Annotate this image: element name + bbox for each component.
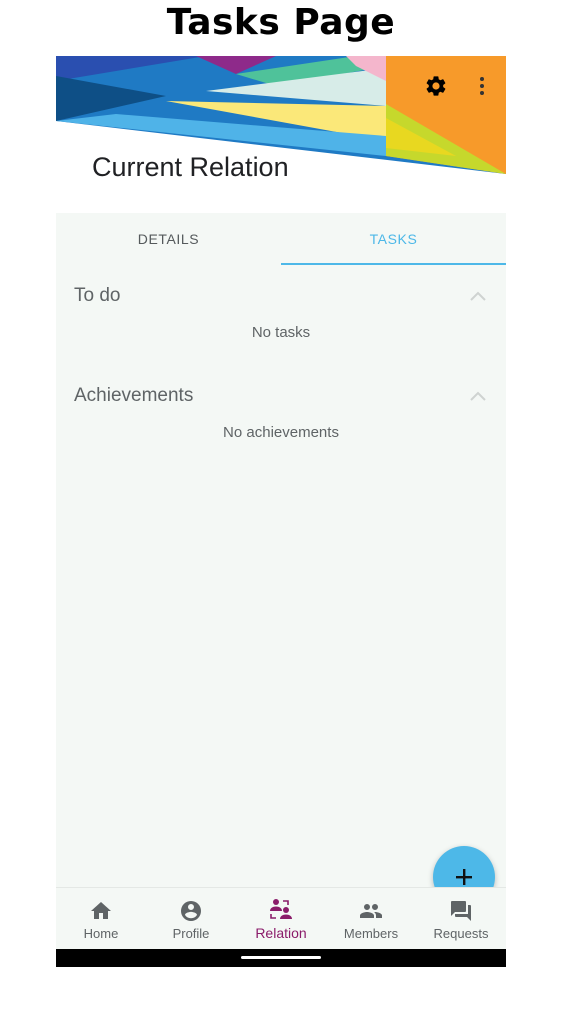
- todo-header[interactable]: To do: [56, 276, 506, 316]
- todo-section: To do No tasks: [56, 276, 506, 341]
- more-vertical-icon: [480, 77, 484, 95]
- settings-button[interactable]: [422, 72, 450, 100]
- nav-label-profile: Profile: [172, 925, 210, 941]
- phone-screen: Current Relation DETAILS TASKS To do No …: [56, 56, 506, 967]
- achievements-header[interactable]: Achievements: [56, 376, 506, 416]
- nav-members[interactable]: Members: [326, 888, 416, 950]
- relation-icon: [268, 897, 294, 923]
- tab-tasks[interactable]: TASKS: [281, 213, 506, 265]
- nav-label-requests: Requests: [433, 925, 489, 941]
- nav-relation[interactable]: Relation: [236, 888, 326, 950]
- more-menu-button[interactable]: [468, 72, 496, 100]
- chevron-up-icon[interactable]: [468, 386, 488, 406]
- todo-title: To do: [74, 285, 121, 306]
- achievements-section: Achievements No achievements: [56, 376, 506, 441]
- nav-profile[interactable]: Profile: [146, 888, 236, 950]
- gear-icon: [426, 76, 446, 96]
- chat-icon: [448, 898, 474, 924]
- home-icon: [88, 898, 114, 924]
- page-title: Tasks Page: [166, 2, 396, 43]
- nav-label-relation: Relation: [255, 925, 307, 941]
- system-navigation-bar: [56, 949, 506, 967]
- relation-title: Current Relation: [92, 152, 289, 182]
- home-indicator[interactable]: [241, 956, 321, 959]
- achievements-title: Achievements: [74, 385, 194, 406]
- tab-bar: DETAILS TASKS: [56, 213, 506, 265]
- tab-details[interactable]: DETAILS: [56, 213, 281, 265]
- nav-requests[interactable]: Requests: [416, 888, 506, 950]
- account-circle-icon: [178, 898, 204, 924]
- nav-label-members: Members: [343, 925, 399, 941]
- nav-home[interactable]: Home: [56, 888, 146, 950]
- nav-label-home: Home: [83, 925, 119, 941]
- todo-empty-text: No tasks: [251, 324, 311, 341]
- people-icon: [358, 898, 384, 924]
- achievements-empty-text: No achievements: [223, 424, 339, 441]
- plus-icon: [456, 869, 472, 885]
- app-header: Current Relation: [56, 56, 506, 213]
- chevron-up-icon[interactable]: [468, 286, 488, 306]
- bottom-navigation: Home Profile Relation Members Requests: [56, 887, 506, 950]
